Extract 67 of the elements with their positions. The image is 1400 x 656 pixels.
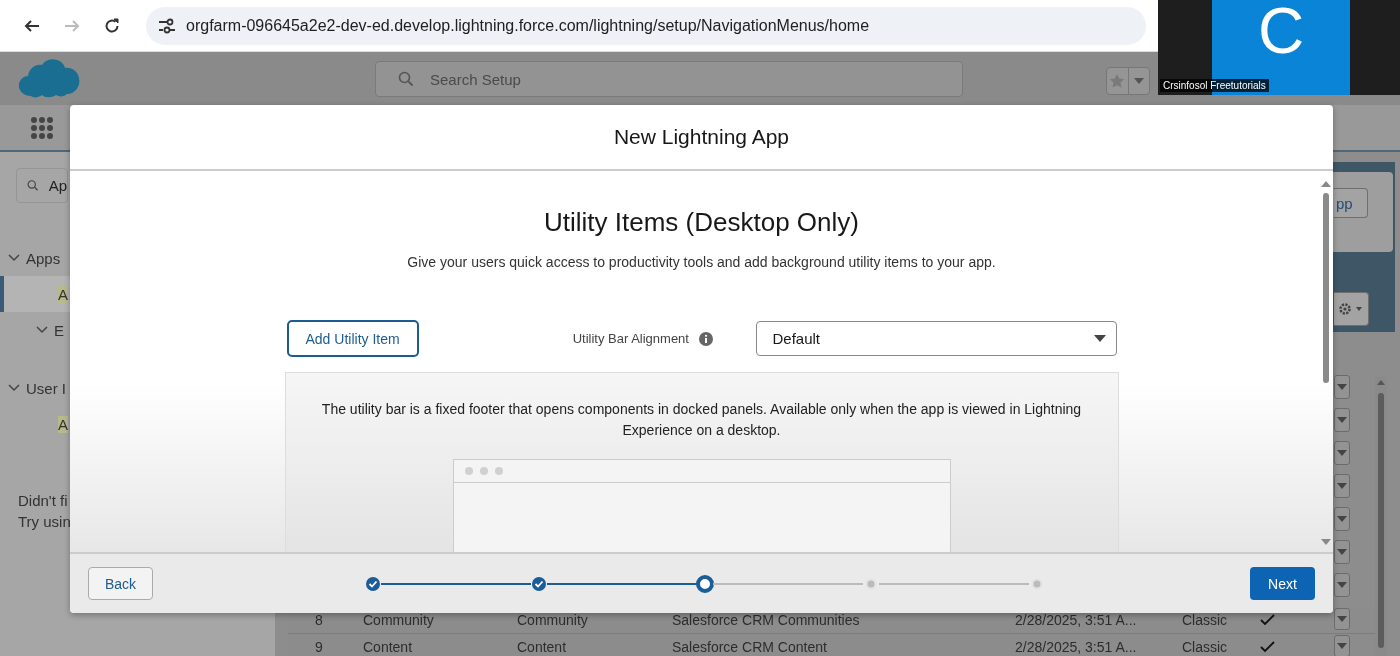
reload-icon[interactable] (103, 16, 121, 35)
row-menu-button[interactable] (1334, 507, 1350, 531)
help-text: Try usin (18, 512, 72, 532)
add-utility-item-button[interactable]: Add Utility Item (286, 320, 419, 357)
table-cell: 2/28/2025, 3:51 A... (1015, 639, 1137, 655)
table-cell: Community (363, 612, 434, 628)
caret-icon (1337, 549, 1347, 555)
search-placeholder: Search Setup (430, 70, 521, 88)
alignment-dropdown[interactable]: Default (755, 321, 1117, 356)
help-text: Didn't fi (18, 491, 69, 511)
site-settings-icon[interactable] (158, 17, 176, 34)
table-cell: Content (517, 639, 567, 655)
caret-icon (1337, 384, 1347, 390)
quick-find-field[interactable]: Ap (16, 168, 68, 203)
table-cell: Classic (1182, 639, 1228, 655)
sidebar-item[interactable]: E (0, 312, 64, 348)
row-menu-button[interactable] (1334, 441, 1350, 465)
caret-icon (1337, 450, 1347, 456)
row-menu-button[interactable] (1334, 408, 1350, 432)
section-heading: Utility Items (Desktop Only) (544, 207, 859, 238)
next-button[interactable]: Next (1250, 567, 1315, 600)
table-cell: 9 (315, 639, 323, 655)
settings-menu-button[interactable] (1334, 292, 1369, 326)
info-icon[interactable] (698, 331, 713, 346)
chevron-down-icon (8, 254, 20, 262)
search-icon (27, 178, 39, 193)
chevron-down-icon (8, 384, 20, 392)
participant-name: Crsinfosol Freetutorials (1160, 79, 1269, 92)
table-cell: 2/28/2025, 3:51 A... (1015, 612, 1137, 628)
settings-icon (1338, 302, 1364, 316)
sidebar-item[interactable]: Apps (0, 240, 61, 276)
sidebar-item[interactable]: A (0, 276, 70, 312)
row-menu-button[interactable] (1334, 474, 1350, 498)
table-cell: 8 (315, 612, 323, 628)
row-menu-button[interactable] (1334, 635, 1350, 656)
new-app-button[interactable]: pp (1334, 188, 1368, 218)
caret-icon (1337, 582, 1347, 588)
table-cell: Community (517, 612, 588, 628)
caret-icon (1337, 483, 1347, 489)
app-launcher-icon[interactable] (30, 115, 54, 140)
section-description: Give your users quick access to productivity tools and add background utility items to your app. (407, 254, 996, 270)
caret-icon (1337, 616, 1347, 622)
chevron-down-icon (36, 326, 48, 334)
field-label: Utility Bar Alignment (572, 331, 689, 346)
search-icon (398, 71, 414, 87)
row-menu-button[interactable] (1334, 375, 1350, 399)
table-cell: Salesforce CRM Communities (672, 612, 860, 628)
caret-icon (1337, 516, 1347, 522)
table-cell: Salesforce CRM Content (672, 639, 827, 655)
row-menu-button[interactable] (1334, 573, 1350, 597)
sidebar-item[interactable]: A (0, 406, 68, 442)
progress-step[interactable] (695, 573, 715, 594)
url-text: orgfarm-096645a2e2-dev-ed.develop.lightning.force.com/lightning/setup/NavigationMenus/home (186, 16, 870, 35)
search-value: Ap (48, 177, 67, 194)
row-menu-button[interactable] (1334, 608, 1350, 630)
table-cell: Classic (1182, 612, 1228, 628)
caret-icon (1337, 643, 1347, 649)
table-cell: Content (363, 639, 413, 655)
sidebar-item[interactable]: User I (0, 370, 66, 406)
info-text: The utility bar is a fixed footer that opens components in docked panels. Available only when the app is viewed in Lightning Experience on a desktop. (321, 400, 1082, 440)
caret-icon (1133, 78, 1144, 84)
row-menu-button[interactable] (1334, 540, 1350, 564)
address-bar[interactable]: orgfarm-096645a2e2-dev-ed.develop.lightning.force.com/lightning/setup/NavigationMenus/home (146, 6, 1146, 45)
caret-icon (1093, 335, 1106, 342)
back-button[interactable]: Back (88, 567, 153, 600)
star-icon (1109, 73, 1126, 89)
caret-icon (1337, 417, 1347, 423)
